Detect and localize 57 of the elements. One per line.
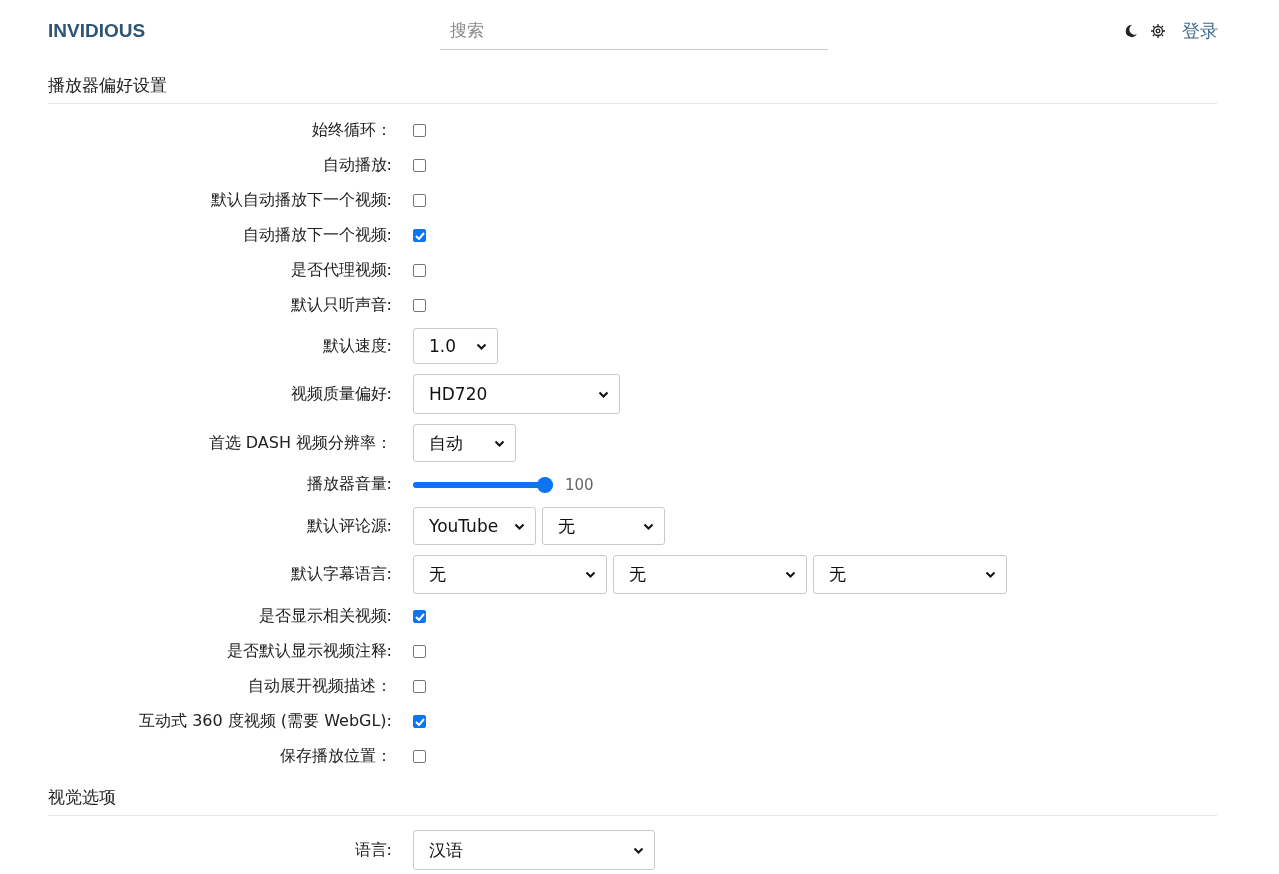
setting-label: 自动播放:: [321, 155, 392, 176]
dropdown[interactable]: 汉语: [413, 830, 655, 870]
caret-icon: [494, 439, 505, 447]
setting-label: 首选 DASH 视频分辨率：: [207, 432, 392, 454]
slider-thumb[interactable]: [537, 476, 553, 493]
setting-label: 自动展开视频描述：: [247, 676, 392, 697]
dropdown[interactable]: HD720: [413, 374, 620, 414]
volume-reading: 100: [565, 475, 594, 494]
setting-label: 默认自动播放下一个视频:: [209, 190, 392, 211]
checkbox[interactable]: [413, 124, 426, 137]
checkbox[interactable]: [413, 610, 426, 623]
checkbox[interactable]: [413, 229, 426, 242]
setting-label: 默认速度:: [321, 335, 392, 357]
caret-icon: [785, 571, 796, 578]
setting-label: 始终循环：: [311, 120, 392, 141]
caret-icon: [585, 571, 596, 578]
section-heading: 视觉选项: [48, 774, 1217, 816]
setting-label: 是否代理视频:: [289, 260, 392, 281]
dropdown[interactable]: 无: [813, 555, 1007, 594]
checkbox[interactable]: [413, 194, 426, 207]
dropdown[interactable]: 无: [413, 555, 607, 594]
checkbox[interactable]: [413, 645, 426, 658]
checkbox[interactable]: [413, 299, 426, 312]
caret-icon: [514, 522, 525, 530]
login-link[interactable]: 登录: [1182, 19, 1218, 43]
moon-icon[interactable]: [1125, 24, 1138, 38]
setting-label: 默认评论源:: [305, 515, 392, 537]
site-logo[interactable]: INVIDIOUS: [48, 20, 440, 42]
setting-label: 是否默认显示视频注释:: [225, 641, 392, 662]
checkbox[interactable]: [413, 680, 426, 693]
caret-icon: [476, 342, 487, 350]
setting-label: 默认只听声音:: [289, 295, 392, 316]
dropdown[interactable]: 1.0: [413, 328, 498, 364]
section-heading: 播放器偏好设置: [48, 62, 1217, 104]
settings-icon[interactable]: [1150, 23, 1166, 39]
setting-label: 自动播放下一个视频:: [241, 225, 392, 246]
search-field[interactable]: 搜索: [440, 10, 828, 50]
setting-label: 语言:: [353, 839, 392, 861]
setting-label: 播放器音量:: [305, 474, 392, 495]
caret-icon: [643, 522, 654, 530]
setting-label: 默认字幕语言:: [289, 564, 392, 585]
setting-label: 是否显示相关视频:: [257, 606, 392, 627]
setting-label: 视频质量偏好:: [289, 383, 392, 405]
checkbox[interactable]: [413, 159, 426, 172]
checkbox[interactable]: [413, 715, 426, 728]
caret-icon: [985, 571, 996, 578]
caret-icon: [633, 846, 644, 854]
dropdown[interactable]: 无: [613, 555, 807, 594]
setting-label: 互动式 360 度视频 (需要 WebGL):: [138, 711, 392, 732]
checkbox[interactable]: [413, 750, 426, 763]
caret-icon: [598, 390, 609, 398]
dropdown[interactable]: YouTube: [413, 507, 536, 545]
volume-slider[interactable]: [413, 476, 553, 493]
setting-label: 保存播放位置：: [279, 746, 392, 767]
dropdown[interactable]: 自动: [413, 424, 516, 462]
checkbox[interactable]: [413, 264, 426, 277]
dropdown[interactable]: 无: [542, 507, 665, 545]
